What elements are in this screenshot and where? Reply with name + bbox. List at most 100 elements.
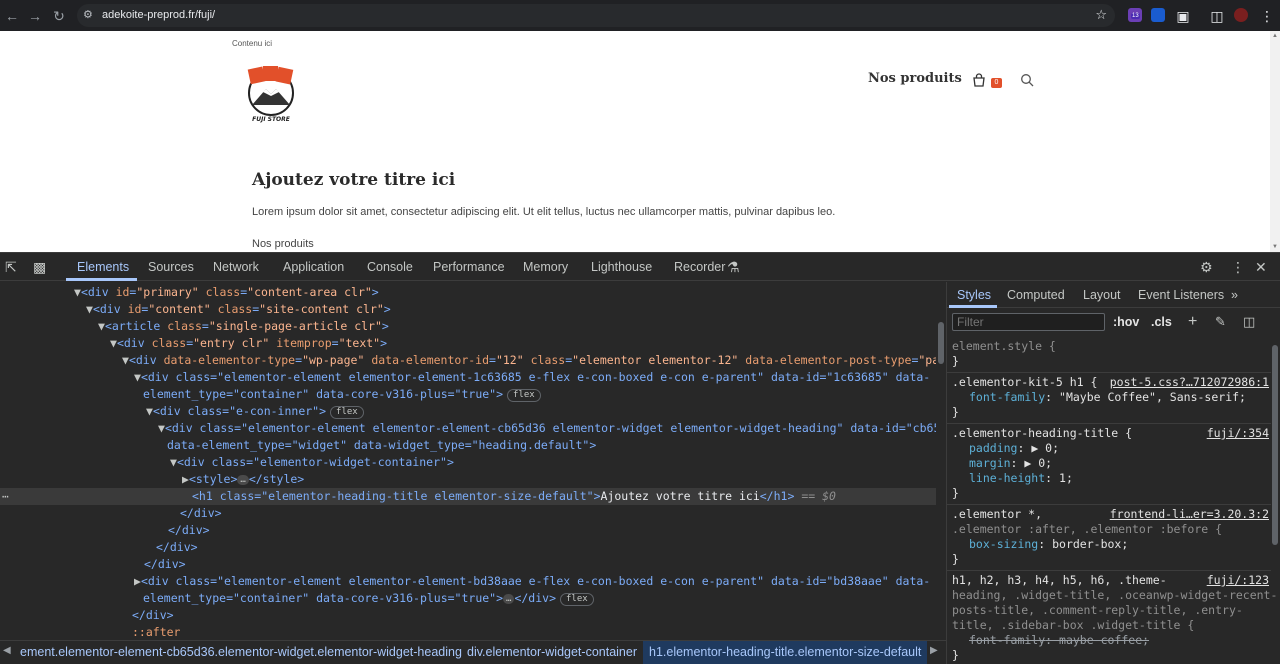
breadcrumb-item[interactable]: ement.elementor-element-cb65d36.elemento… bbox=[20, 641, 462, 664]
css-property-overridden[interactable]: font-family bbox=[969, 633, 1045, 647]
scroll-up-icon[interactable]: ▲ bbox=[1272, 33, 1278, 39]
rule-source-link[interactable]: fuji/:354 bbox=[1207, 426, 1269, 441]
style-rule[interactable]: element.style { } bbox=[947, 337, 1271, 373]
extensions-puzzle-icon[interactable]: ▣ bbox=[1173, 6, 1193, 26]
dom-node[interactable]: ▼<div class="elementor-element elementor… bbox=[158, 420, 936, 437]
cart-icon[interactable] bbox=[972, 73, 986, 87]
dom-tree-scrollbar[interactable] bbox=[936, 282, 946, 638]
dom-node[interactable]: ▼<div class="elementor-widget-container"… bbox=[170, 454, 454, 471]
tab-elements[interactable]: Elements bbox=[77, 253, 129, 281]
page-scrollbar[interactable]: ▲ ▼ bbox=[1270, 31, 1280, 252]
css-value[interactable]: 1; bbox=[1059, 471, 1073, 485]
style-rule[interactable]: .elementor-kit-5 h1 {post-5.css?…7120729… bbox=[947, 373, 1271, 424]
dom-node[interactable]: ▶<style>… </style> bbox=[182, 471, 304, 488]
close-devtools-icon[interactable]: ✕ bbox=[1255, 258, 1267, 276]
dom-node[interactable]: ▼<article class="single-page-article clr… bbox=[98, 318, 389, 335]
style-rule[interactable]: .elementor-heading-title {fuji/:354 padd… bbox=[947, 424, 1271, 505]
breadcrumb-item-active[interactable]: h1.elementor-heading-title.elementor-siz… bbox=[643, 641, 928, 664]
collapsed-ellipsis[interactable]: … bbox=[237, 475, 249, 485]
style-rule[interactable]: .elementor *, frontend-li…er=3.20.3:2 .el… bbox=[947, 505, 1271, 571]
styles-filter-input[interactable] bbox=[952, 313, 1105, 331]
css-property[interactable]: padding bbox=[969, 441, 1017, 455]
dom-node-cont[interactable]: element_type="container" data-core-v316-… bbox=[143, 386, 541, 403]
css-property[interactable]: margin bbox=[969, 456, 1011, 470]
collapsed-ellipsis[interactable]: … bbox=[503, 594, 515, 604]
side-panel-icon[interactable]: ◫ bbox=[1207, 6, 1227, 26]
device-toolbar-icon[interactable]: ▩ bbox=[33, 258, 46, 276]
tab-memory[interactable]: Memory bbox=[523, 253, 568, 281]
fuji-store-logo[interactable]: FUJI STORE bbox=[244, 65, 300, 125]
tab-console[interactable]: Console bbox=[367, 253, 413, 281]
skip-link[interactable]: Contenu ici bbox=[232, 39, 272, 48]
rule-source-link[interactable]: fuji/:123 bbox=[1207, 573, 1269, 588]
new-rule-plus-icon[interactable]: + bbox=[1188, 313, 1197, 331]
scrollbar-thumb[interactable] bbox=[938, 322, 944, 364]
settings-gear-icon[interactable]: ⚙ bbox=[1200, 258, 1213, 276]
inspect-element-icon[interactable]: ⇱ bbox=[5, 258, 17, 276]
profile-avatar[interactable] bbox=[1234, 8, 1248, 22]
tab-application[interactable]: Application bbox=[283, 253, 344, 281]
dom-node-cont[interactable]: data-element_type="widget" data-widget_t… bbox=[167, 437, 596, 454]
dom-node-cont[interactable]: element_type="container" data-core-v316-… bbox=[143, 590, 594, 607]
dom-node[interactable]: ▼<div class="entry clr" itemprop="text"> bbox=[110, 335, 387, 352]
address-bar[interactable]: ⚙ adekoite-preprod.fr/fuji/ ☆ bbox=[77, 4, 1115, 27]
reload-icon[interactable]: ↻ bbox=[49, 6, 69, 26]
dom-node[interactable]: ▶<div class="elementor-element elementor… bbox=[134, 573, 930, 590]
dom-node[interactable]: ▼<div id="primary" class="content-area c… bbox=[74, 284, 379, 301]
breadcrumb-item[interactable]: div.elementor-widget-container bbox=[467, 641, 637, 664]
tab-recorder[interactable]: Recorder bbox=[674, 253, 725, 281]
site-settings-icon[interactable]: ⚙ bbox=[83, 8, 93, 22]
dom-node-close[interactable]: </div> bbox=[168, 522, 210, 539]
search-icon[interactable] bbox=[1020, 73, 1034, 87]
dom-node-close[interactable]: </div> bbox=[144, 556, 186, 573]
back-icon[interactable]: ← bbox=[2, 6, 22, 26]
nav-link-products[interactable]: Nos produits bbox=[868, 71, 962, 86]
sidebar-toggle-icon[interactable]: ◫ bbox=[1243, 313, 1255, 331]
url-text[interactable]: adekoite-preprod.fr/fuji/ bbox=[102, 8, 215, 23]
more-options-icon[interactable]: ⋮ bbox=[1231, 258, 1245, 276]
gutter-more-icon[interactable]: ⋯ bbox=[2, 488, 9, 505]
tab-event-listeners[interactable]: Event Listeners bbox=[1138, 282, 1224, 308]
scrollbar-thumb[interactable] bbox=[1272, 345, 1278, 545]
tab-sources[interactable]: Sources bbox=[148, 253, 194, 281]
tab-performance[interactable]: Performance bbox=[433, 253, 505, 281]
flex-badge[interactable]: flex bbox=[560, 593, 594, 606]
css-value[interactable]: border-box; bbox=[1052, 537, 1128, 551]
dom-node[interactable]: ▼<div id="content" class="site-content c… bbox=[86, 301, 391, 318]
dom-node-close[interactable]: </div> bbox=[132, 607, 174, 624]
styles-scrollbar[interactable] bbox=[1270, 337, 1280, 664]
menu-kebab-icon[interactable]: ⋮ bbox=[1257, 6, 1277, 26]
extension-icon[interactable]: 13 bbox=[1128, 8, 1142, 22]
dom-pseudo-after[interactable]: ::after bbox=[132, 624, 180, 638]
shield-extension-icon[interactable] bbox=[1151, 8, 1165, 22]
paint-brush-icon[interactable]: ✎ bbox=[1215, 313, 1226, 331]
hover-state-button[interactable]: :hov bbox=[1113, 313, 1139, 331]
css-value[interactable]: 0; bbox=[1038, 456, 1052, 470]
dom-node-close[interactable]: </div> bbox=[156, 539, 198, 556]
dom-node[interactable]: ▼<div class="elementor-element elementor… bbox=[134, 369, 930, 386]
dom-node[interactable]: ▼<div class="e-con-inner"> flex bbox=[146, 403, 364, 420]
flex-badge[interactable]: flex bbox=[330, 406, 364, 419]
dom-node[interactable]: ▼<div data-elementor-type="wp-page" data… bbox=[122, 352, 936, 369]
css-property[interactable]: line-height bbox=[969, 471, 1045, 485]
crumb-scroll-right-icon[interactable]: ▶ bbox=[930, 645, 938, 656]
flex-badge[interactable]: flex bbox=[507, 389, 541, 402]
css-property[interactable]: font-family bbox=[969, 390, 1045, 404]
class-toggle-button[interactable]: .cls bbox=[1151, 313, 1172, 331]
forward-icon[interactable]: → bbox=[25, 6, 45, 26]
dom-tree[interactable]: ▼<div id="primary" class="content-area c… bbox=[0, 282, 936, 638]
css-value[interactable]: 0; bbox=[1045, 441, 1059, 455]
tab-layout[interactable]: Layout bbox=[1083, 282, 1121, 308]
more-tabs-chevron-icon[interactable]: » bbox=[1231, 282, 1238, 308]
bookmark-star-icon[interactable]: ☆ bbox=[1095, 7, 1107, 23]
css-value-overridden[interactable]: maybe coffee; bbox=[1059, 633, 1149, 647]
dom-node-selected[interactable]: ⋯ <h1 class="elementor-heading-title ele… bbox=[0, 488, 936, 505]
style-rule[interactable]: h1, h2, h3, h4, h5, h6, .theme-fuji/:123… bbox=[947, 571, 1277, 664]
css-value[interactable]: "Maybe Coffee", Sans-serif; bbox=[1059, 390, 1246, 404]
tab-computed[interactable]: Computed bbox=[1007, 282, 1065, 308]
dom-node-close[interactable]: </div> bbox=[180, 505, 222, 522]
crumb-scroll-left-icon[interactable]: ◀ bbox=[3, 645, 11, 656]
scroll-down-icon[interactable]: ▼ bbox=[1272, 244, 1278, 250]
rule-source-link[interactable]: frontend-li…er=3.20.3:2 bbox=[1110, 507, 1269, 522]
tab-lighthouse[interactable]: Lighthouse bbox=[591, 253, 652, 281]
